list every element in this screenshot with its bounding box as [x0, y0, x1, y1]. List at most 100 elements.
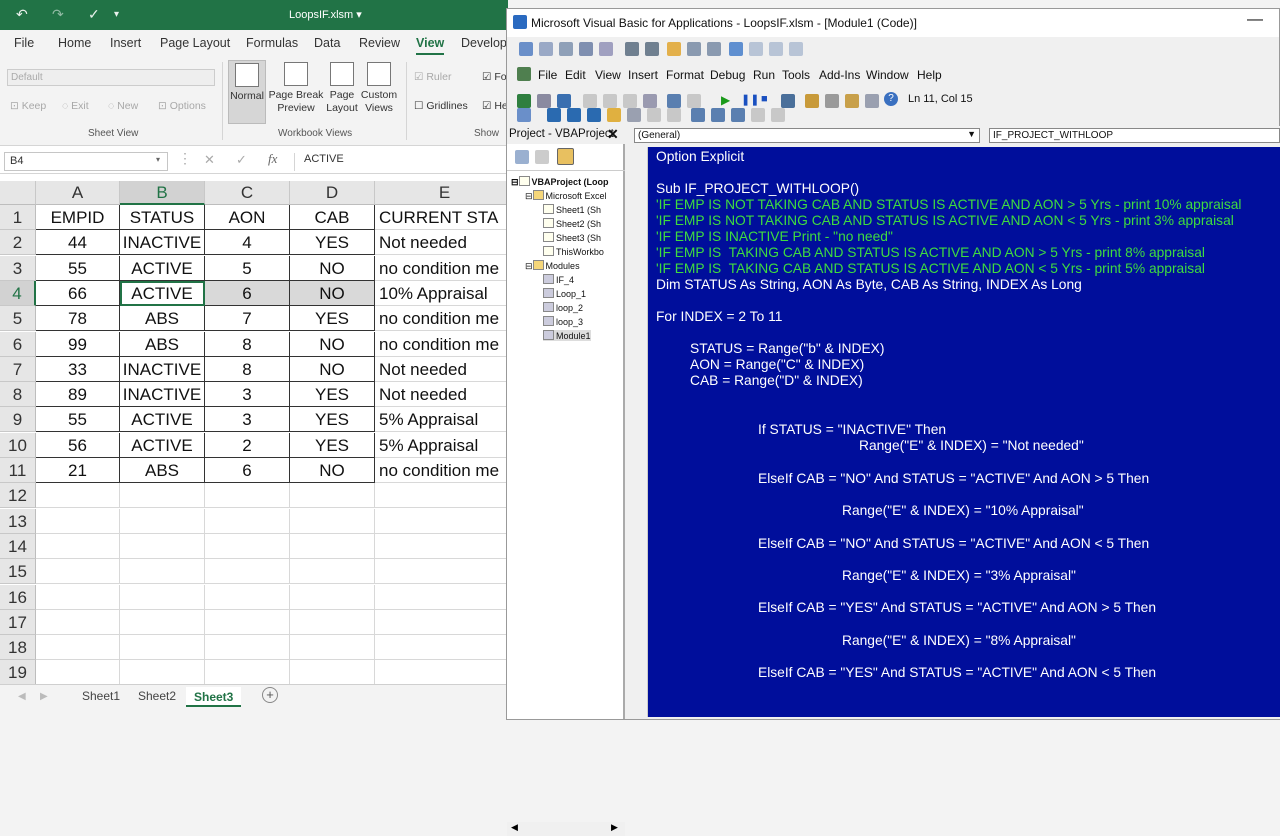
- name-box-dropdown-icon[interactable]: ▾: [156, 155, 160, 164]
- cell-b14[interactable]: [120, 533, 205, 559]
- row-header-1[interactable]: 1: [0, 205, 36, 230]
- cell-b4[interactable]: ACTIVE: [120, 280, 205, 306]
- menu-help[interactable]: Help: [917, 68, 942, 82]
- close-icon[interactable]: ✕: [607, 126, 619, 143]
- cell-b6[interactable]: ABS: [120, 331, 205, 357]
- row-header-8[interactable]: 8: [0, 382, 36, 408]
- toolbar-icon[interactable]: [547, 108, 561, 122]
- row-header-4[interactable]: 4: [0, 280, 36, 306]
- row-header-16[interactable]: 16: [0, 584, 36, 610]
- name-box[interactable]: B4: [4, 152, 168, 171]
- tab-review[interactable]: Review: [359, 36, 400, 50]
- ruler-checkbox[interactable]: ☑ Ruler: [414, 71, 451, 83]
- tab-page-layout[interactable]: Page Layout: [160, 36, 230, 50]
- tab-data[interactable]: Data: [314, 36, 340, 50]
- headings-checkbox[interactable]: ☑ He: [482, 100, 508, 112]
- cell-b1[interactable]: STATUS: [120, 205, 205, 230]
- cell-e1[interactable]: CURRENT STA: [375, 205, 508, 230]
- sheet-tab-sheet1[interactable]: Sheet1: [82, 689, 120, 703]
- toolbar-icon[interactable]: [687, 42, 701, 56]
- code-editor[interactable]: Option Explicit Sub IF_PROJECT_WITHLOOP()…: [648, 147, 1280, 717]
- cell-e6[interactable]: no condition me: [375, 332, 508, 357]
- cell-d2[interactable]: YES: [290, 230, 375, 256]
- cell-a11[interactable]: 21: [36, 458, 120, 483]
- row-header-18[interactable]: 18: [0, 635, 36, 661]
- cell-c15[interactable]: [205, 559, 290, 585]
- cell-e3[interactable]: no condition me: [375, 256, 508, 281]
- cell-e7[interactable]: Not needed: [375, 357, 508, 382]
- cell-e12[interactable]: [375, 483, 508, 509]
- cell-c18[interactable]: [205, 635, 290, 661]
- row-header-7[interactable]: 7: [0, 356, 36, 382]
- column-header-a[interactable]: A: [36, 181, 120, 205]
- cell-d11[interactable]: NO: [290, 458, 375, 483]
- custom-views-button[interactable]: Custom Views: [360, 60, 398, 124]
- toolbar-icon[interactable]: [729, 42, 743, 56]
- cell-e5[interactable]: no condition me: [375, 306, 508, 332]
- cell-d16[interactable]: [290, 584, 375, 610]
- cell-c4[interactable]: 6: [205, 280, 290, 306]
- row-header-2[interactable]: 2: [0, 230, 36, 256]
- toolbar-icon[interactable]: [751, 108, 765, 122]
- keep-button[interactable]: ⊡ Keep: [10, 100, 46, 112]
- cell-a19[interactable]: [36, 660, 120, 684]
- cell-d1[interactable]: CAB: [290, 205, 375, 230]
- toolbar-icon[interactable]: [519, 42, 533, 56]
- row-header-17[interactable]: 17: [0, 609, 36, 635]
- menu-format[interactable]: Format: [666, 68, 704, 82]
- column-header-b[interactable]: B: [120, 181, 205, 205]
- row-header-19[interactable]: 19: [0, 660, 36, 684]
- tree-module-module1[interactable]: Module1: [543, 330, 591, 341]
- cell-b2[interactable]: INACTIVE: [120, 230, 205, 256]
- cell-a16[interactable]: [36, 584, 120, 610]
- toggle-folders-icon[interactable]: [557, 148, 574, 165]
- function-icon[interactable]: fx: [268, 151, 277, 167]
- cell-a3[interactable]: 55: [36, 255, 120, 281]
- gridlines-checkbox[interactable]: ☐ Gridlines: [414, 100, 468, 112]
- cell-c6[interactable]: 8: [205, 331, 290, 357]
- cell-d13[interactable]: [290, 508, 375, 534]
- page-break-preview-button[interactable]: Page Break Preview: [268, 60, 324, 124]
- tab-home[interactable]: Home: [58, 36, 91, 50]
- cell-c1[interactable]: AON: [205, 205, 290, 230]
- column-header-d[interactable]: D: [290, 181, 375, 205]
- menu-add-ins[interactable]: Add-Ins: [819, 68, 860, 82]
- cell-a7[interactable]: 33: [36, 356, 120, 382]
- row-header-11[interactable]: 11: [0, 458, 36, 483]
- cell-b17[interactable]: [120, 609, 205, 635]
- menu-window[interactable]: Window: [866, 68, 909, 82]
- menu-view[interactable]: View: [595, 68, 621, 82]
- cell-e9[interactable]: 5% Appraisal: [375, 407, 508, 433]
- toolbar-icon[interactable]: [707, 42, 721, 56]
- cell-d8[interactable]: YES: [290, 382, 375, 408]
- cell-d15[interactable]: [290, 559, 375, 585]
- tree-thisworkbook[interactable]: ThisWorkbo: [543, 246, 604, 257]
- toolbar-icon[interactable]: [667, 108, 681, 122]
- row-header-14[interactable]: 14: [0, 533, 36, 559]
- horizontal-scrollbar[interactable]: ◀ ▶: [507, 822, 625, 836]
- cell-c16[interactable]: [205, 584, 290, 610]
- cell-c8[interactable]: 3: [205, 382, 290, 408]
- tab-developer[interactable]: Develop: [461, 36, 507, 50]
- toolbar-icon[interactable]: [667, 42, 681, 56]
- cell-d19[interactable]: [290, 660, 375, 684]
- cell-d14[interactable]: [290, 533, 375, 559]
- cell-b3[interactable]: ACTIVE: [120, 255, 205, 281]
- cell-a2[interactable]: 44: [36, 230, 120, 256]
- cell-e4[interactable]: 10% Appraisal: [375, 281, 508, 306]
- cell-a18[interactable]: [36, 635, 120, 661]
- exit-button[interactable]: ◌ Exit: [62, 100, 89, 112]
- tree-excel-objects[interactable]: ⊟ Microsoft Excel: [525, 190, 607, 202]
- cell-c12[interactable]: [205, 483, 290, 509]
- cell-d12[interactable]: [290, 483, 375, 509]
- qat-customize-icon[interactable]: ▾: [114, 9, 119, 20]
- toolbar-icon[interactable]: [711, 108, 725, 122]
- cancel-icon[interactable]: ✕: [204, 152, 215, 168]
- cell-b13[interactable]: [120, 508, 205, 534]
- row-header-3[interactable]: 3: [0, 255, 36, 281]
- tab-formulas[interactable]: Formulas: [246, 36, 298, 50]
- toolbar-icon[interactable]: [567, 108, 581, 122]
- menu-file[interactable]: File: [538, 68, 557, 82]
- column-header-c[interactable]: C: [205, 181, 290, 205]
- toolbar-icon[interactable]: [647, 108, 661, 122]
